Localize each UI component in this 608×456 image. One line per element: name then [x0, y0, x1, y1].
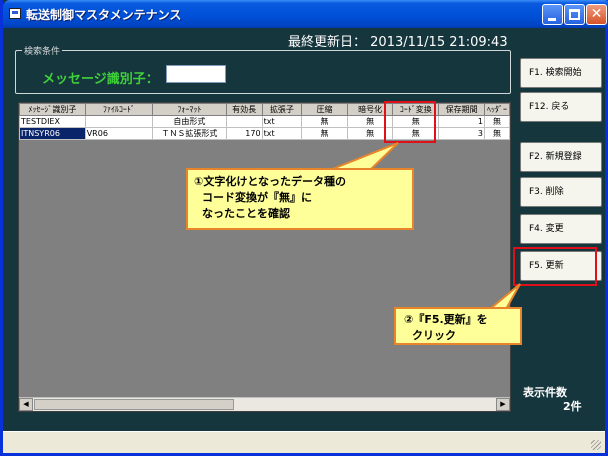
cell-message-id[interactable]: ITNSYR06: [19, 127, 86, 140]
horizontal-scrollbar[interactable]: ◀ ▶: [19, 397, 510, 411]
cell-compression[interactable]: 無: [301, 115, 348, 128]
cell-file-code[interactable]: [84, 115, 154, 128]
minimize-button[interactable]: [542, 4, 563, 25]
maximize-icon: [569, 9, 580, 20]
f4-change-button[interactable]: F4. 変更: [520, 214, 602, 244]
last-updated-value: 2013/11/15 21:09:43: [370, 35, 508, 50]
callout1-line1: ①文字化けとなったデータ種の: [194, 175, 346, 188]
column-header-compression[interactable]: 圧縮: [301, 103, 348, 116]
table-header-row: ﾒｯｾｰｼﾞ識別子 ﾌｧｲﾙｺｰﾄﾞ ﾌｫｰﾏｯﾄ 有効長 拡張子 圧縮 暗号化…: [19, 103, 510, 116]
scroll-right-arrow-icon[interactable]: ▶: [496, 398, 510, 411]
last-updated-label: 最終更新日：: [288, 35, 367, 50]
cell-valid-length[interactable]: 170: [225, 127, 263, 140]
search-conditions-group: 検索条件 メッセージ識別子：: [15, 44, 511, 94]
close-icon: ✕: [590, 6, 603, 22]
last-updated: 最終更新日： 2013/11/15 21:09:43: [288, 31, 508, 50]
f3-delete-button[interactable]: F3. 削除: [520, 177, 602, 207]
column-header-message-id[interactable]: ﾒｯｾｰｼﾞ識別子: [19, 103, 86, 116]
minimize-icon: [548, 18, 556, 21]
cell-valid-length[interactable]: [225, 115, 263, 128]
cell-message-id[interactable]: TESTDIEX: [19, 115, 86, 128]
code-conversion-highlight: [384, 101, 436, 143]
title-bar[interactable]: 転送制御マスタメンテナンス ✕: [3, 0, 608, 28]
table-row[interactable]: TESTDIEX 自由形式 txt 無 無 無 1 無: [19, 115, 510, 128]
cell-compression[interactable]: 無: [301, 127, 348, 140]
search-conditions-legend: 検索条件: [22, 44, 63, 57]
resize-grip-icon[interactable]: [591, 440, 601, 450]
cell-retention-period[interactable]: 3: [438, 127, 485, 140]
callout1-line3: なったことを確認: [202, 207, 290, 220]
f2-new-button[interactable]: F2. 新規登録: [520, 142, 602, 172]
f1-search-button[interactable]: F1. 検索開始: [520, 58, 602, 88]
cell-header[interactable]: 無: [483, 115, 510, 128]
callout2-line1: ②『F5.更新』を: [404, 313, 488, 326]
results-table: ﾒｯｾｰｼﾞ識別子 ﾌｧｲﾙｺｰﾄﾞ ﾌｫｰﾏｯﾄ 有効長 拡張子 圧縮 暗号化…: [19, 103, 510, 140]
callout2-line2: クリック: [412, 329, 456, 342]
column-header-format[interactable]: ﾌｫｰﾏｯﾄ: [152, 103, 227, 116]
cell-extension[interactable]: txt: [261, 115, 303, 128]
status-bar: [3, 431, 605, 453]
table-row[interactable]: ITNSYR06 VR06 ＴＮＳ拡張形式 170 txt 無 無 無 3 無: [19, 127, 510, 140]
cell-retention-period[interactable]: 1: [438, 115, 485, 128]
results-grid[interactable]: ﾒｯｾｰｼﾞ識別子 ﾌｧｲﾙｺｰﾄﾞ ﾌｫｰﾏｯﾄ 有効長 拡張子 圧縮 暗号化…: [18, 102, 511, 412]
annotation-callout-click: ②『F5.更新』を クリック: [394, 307, 522, 345]
message-id-input[interactable]: [166, 65, 226, 83]
callout1-line2: コード変換が『無』に: [202, 191, 312, 204]
display-count-value: 2件: [563, 400, 582, 413]
column-header-extension[interactable]: 拡張子: [261, 103, 303, 116]
message-id-label: メッセージ識別子：: [42, 72, 159, 87]
column-header-header[interactable]: ﾍｯﾀﾞｰ: [483, 103, 510, 116]
f5-button-highlight: [513, 247, 597, 286]
cell-header[interactable]: 無: [483, 127, 510, 140]
f12-back-button[interactable]: F12. 戻る: [520, 92, 602, 122]
cell-format[interactable]: ＴＮＳ拡張形式: [152, 127, 227, 140]
cell-file-code[interactable]: VR06: [84, 127, 154, 140]
cell-format[interactable]: 自由形式: [152, 115, 227, 128]
column-header-file-code[interactable]: ﾌｧｲﾙｺｰﾄﾞ: [84, 103, 154, 116]
close-button[interactable]: ✕: [586, 4, 607, 25]
app-icon: [9, 8, 21, 19]
display-count-label: 表示件数: [523, 386, 567, 399]
scrollbar-thumb[interactable]: [34, 399, 234, 410]
column-header-valid-length[interactable]: 有効長: [225, 103, 263, 116]
column-header-retention-period[interactable]: 保存期間: [438, 103, 485, 116]
maximize-button[interactable]: [564, 4, 585, 25]
scroll-left-arrow-icon[interactable]: ◀: [19, 398, 33, 411]
cell-extension[interactable]: txt: [261, 127, 303, 140]
annotation-callout-confirm: ①文字化けとなったデータ種の コード変換が『無』に なったことを確認: [186, 168, 414, 230]
window-title: 転送制御マスタメンテナンス: [26, 8, 182, 22]
